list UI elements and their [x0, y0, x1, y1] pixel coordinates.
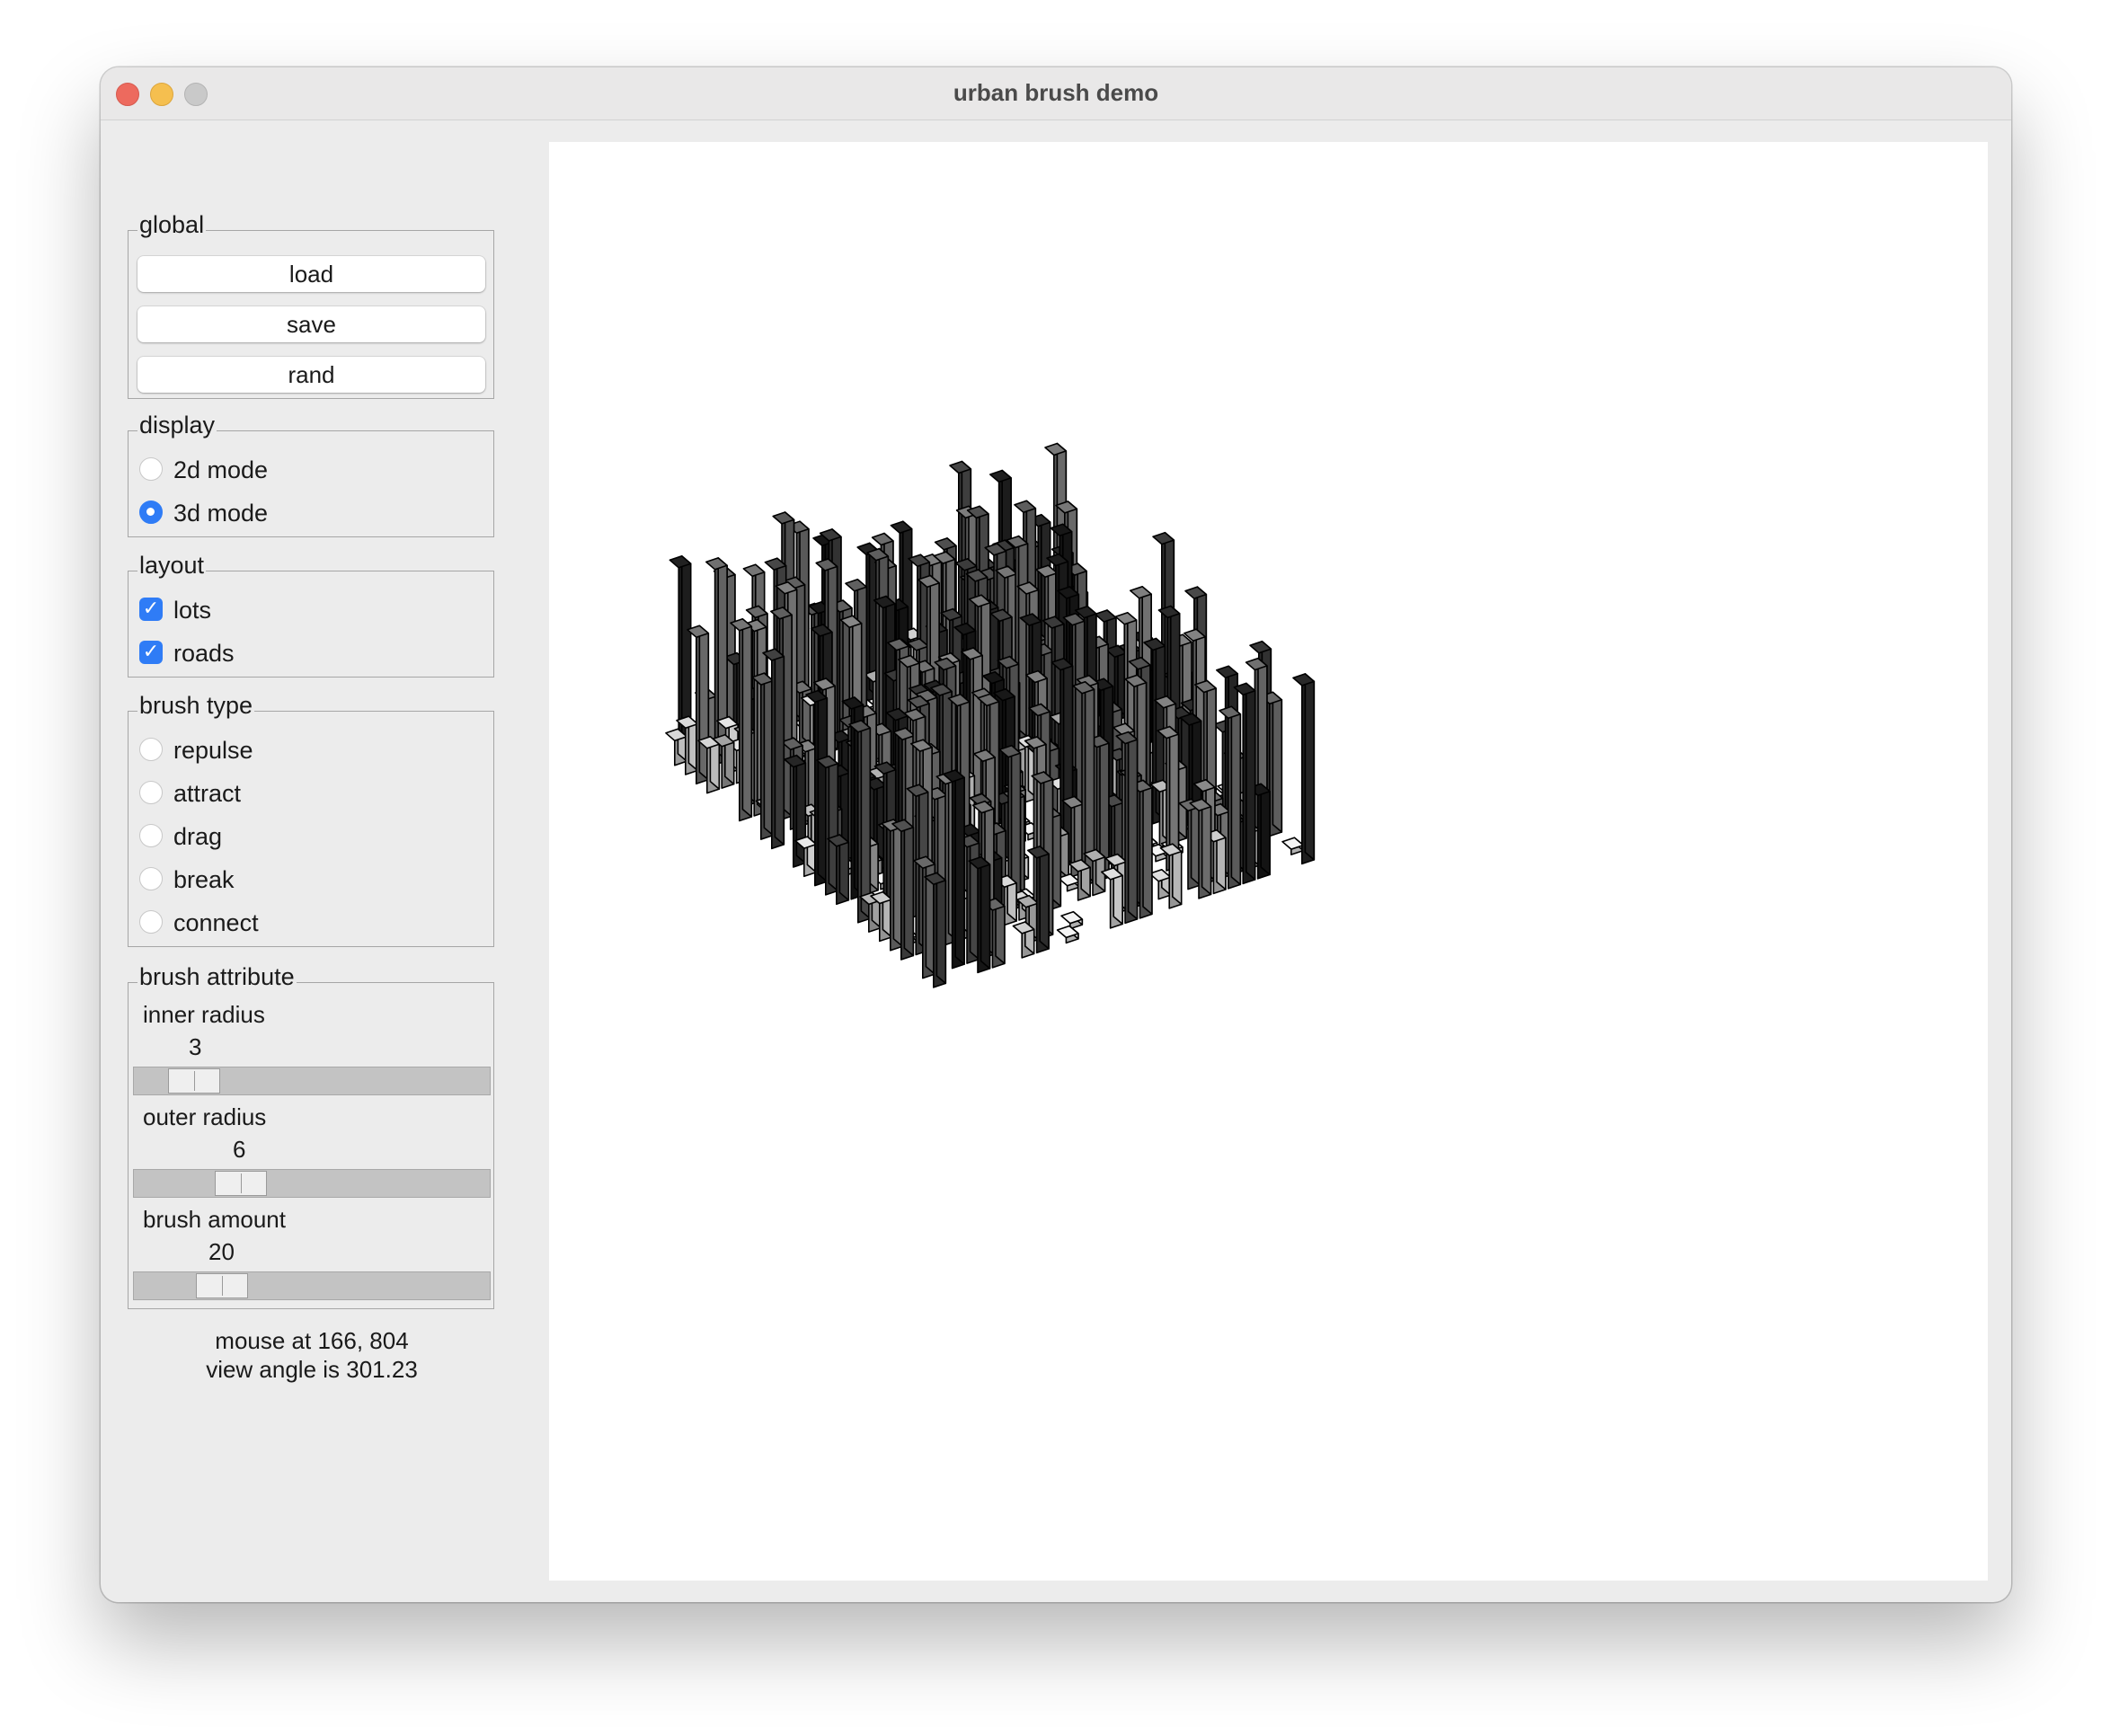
window-title: urban brush demo	[953, 79, 1159, 106]
building-side	[1260, 783, 1271, 876]
app-window: urban brush demo global load save rand d…	[101, 67, 2011, 1602]
save-button[interactable]: save	[137, 306, 485, 342]
outer-radius-label: outer radius	[143, 1103, 267, 1130]
layout-group-label: layout	[137, 552, 207, 579]
inner-radius-slider-thumb[interactable]	[168, 1068, 220, 1094]
building-side	[1201, 798, 1212, 896]
radio-repulse-label: repulse	[173, 737, 253, 764]
display-group: display 2d mode 3d mode	[128, 412, 494, 537]
rand-button[interactable]: rand	[137, 357, 485, 393]
brush-type-group-label: brush type	[137, 692, 255, 719]
city-3d-canvas[interactable]	[549, 142, 1988, 1581]
radio-attract-label: attract	[173, 780, 242, 807]
radio-break-label: break	[173, 866, 235, 893]
inner-radius-label: inner radius	[143, 1001, 265, 1028]
global-group-label: global	[137, 211, 207, 238]
radio-2d-mode-label: 2d mode	[173, 456, 269, 483]
building-side	[1142, 779, 1153, 916]
building-side	[1272, 691, 1283, 833]
brush-type-group: brush type repulse attract drag break co…	[128, 692, 494, 947]
building-side	[860, 719, 872, 920]
display-group-label: display	[137, 412, 217, 438]
radio-repulse-indicator[interactable]	[139, 738, 163, 761]
radio-drag-indicator[interactable]	[139, 824, 163, 847]
building-side	[1230, 705, 1242, 886]
radio-break-indicator[interactable]	[139, 867, 163, 890]
outer-radius-slider-thumb[interactable]	[215, 1171, 267, 1196]
brush-amount-label: brush amount	[143, 1206, 286, 1233]
building-side	[1039, 846, 1050, 950]
brush-amount-slider[interactable]	[133, 1271, 491, 1300]
building-side	[903, 819, 915, 957]
brush-attribute-group-label: brush attribute	[137, 963, 297, 990]
outer-radius-slider[interactable]	[133, 1169, 491, 1198]
checkmark-icon[interactable]: ✓	[139, 641, 163, 664]
radio-attract-indicator[interactable]	[139, 781, 163, 804]
mouse-position-status: mouse at 166, 804	[215, 1327, 409, 1354]
checkbox-lots-label: lots	[173, 597, 212, 624]
building-side	[774, 648, 785, 846]
title-bar: urban brush demo	[101, 67, 2011, 120]
building-side	[1245, 682, 1256, 881]
radio-connect-label: connect	[173, 909, 259, 936]
checkbox-roads-label: roads	[173, 640, 235, 667]
building-side	[741, 617, 753, 818]
radio-connect-indicator[interactable]	[139, 910, 163, 934]
radio-3d-mode-label: 3d mode	[173, 500, 269, 527]
inner-radius-value: 3	[189, 1033, 202, 1060]
load-button[interactable]: load	[137, 256, 485, 292]
building-side	[954, 769, 965, 965]
global-group: global load save rand	[128, 211, 494, 399]
building-side	[1304, 673, 1316, 861]
outer-radius-value: 6	[233, 1136, 246, 1163]
control-panel: global load save rand display 2d mode 3d…	[101, 120, 545, 1602]
radio-2d-mode-indicator[interactable]	[139, 457, 163, 481]
brush-amount-value: 20	[208, 1238, 235, 1265]
radio-3d-mode-indicator[interactable]	[139, 500, 163, 524]
checkmark-icon[interactable]: ✓	[139, 598, 163, 621]
layout-group: layout ✓ lots ✓ roads	[128, 552, 494, 678]
radio-drag-label: drag	[173, 823, 223, 850]
view-angle-status: view angle is 301.23	[206, 1356, 418, 1383]
building-side	[1127, 731, 1139, 920]
brush-attribute-group: brush attribute inner radius 3 outer rad…	[128, 963, 494, 1309]
building-side	[980, 855, 991, 970]
building-side	[935, 872, 947, 985]
brush-amount-slider-thumb[interactable]	[196, 1273, 248, 1298]
inner-radius-slider[interactable]	[133, 1067, 491, 1095]
city-3d-render[interactable]	[549, 142, 1988, 1581]
